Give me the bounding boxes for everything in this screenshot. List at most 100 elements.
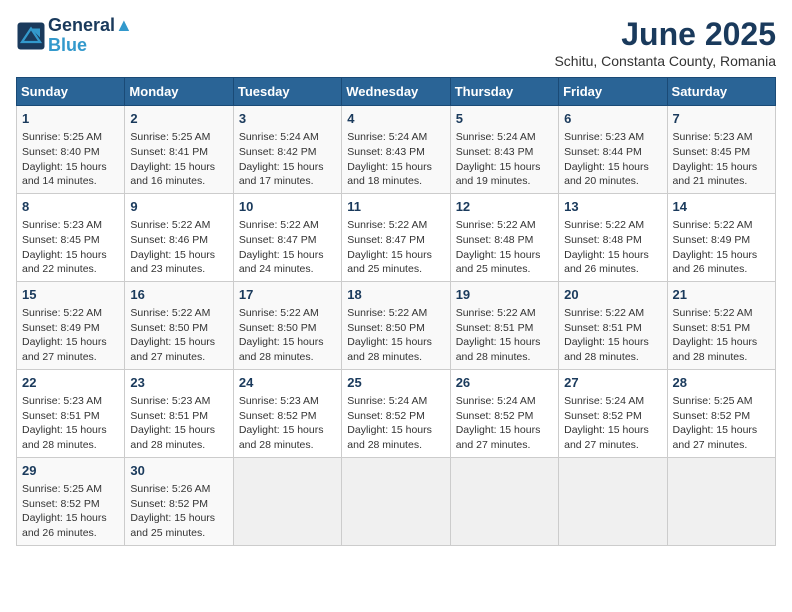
day-number: 25 bbox=[347, 374, 444, 392]
location-title: Schitu, Constanta County, Romania bbox=[554, 53, 776, 69]
logo: General▲ Blue bbox=[16, 16, 133, 56]
day-number: 4 bbox=[347, 110, 444, 128]
day-info: Sunrise: 5:23 AM Sunset: 8:44 PM Dayligh… bbox=[564, 130, 661, 189]
calendar-cell: 10 Sunrise: 5:22 AM Sunset: 8:47 PM Dayli… bbox=[233, 193, 341, 281]
day-number: 19 bbox=[456, 286, 553, 304]
weekday-header-saturday: Saturday bbox=[667, 78, 775, 106]
calendar-cell: 3 Sunrise: 5:24 AM Sunset: 8:42 PM Daylig… bbox=[233, 106, 341, 194]
day-number: 24 bbox=[239, 374, 336, 392]
day-number: 26 bbox=[456, 374, 553, 392]
day-info: Sunrise: 5:24 AM Sunset: 8:52 PM Dayligh… bbox=[456, 394, 553, 453]
logo-text: General▲ Blue bbox=[48, 16, 133, 56]
day-number: 1 bbox=[22, 110, 119, 128]
weekday-header-friday: Friday bbox=[559, 78, 667, 106]
day-number: 23 bbox=[130, 374, 227, 392]
weekday-header-monday: Monday bbox=[125, 78, 233, 106]
day-number: 16 bbox=[130, 286, 227, 304]
day-info: Sunrise: 5:22 AM Sunset: 8:49 PM Dayligh… bbox=[673, 218, 770, 277]
weekday-header-tuesday: Tuesday bbox=[233, 78, 341, 106]
day-info: Sunrise: 5:25 AM Sunset: 8:41 PM Dayligh… bbox=[130, 130, 227, 189]
calendar-cell: 2 Sunrise: 5:25 AM Sunset: 8:41 PM Daylig… bbox=[125, 106, 233, 194]
calendar-week-row: 22 Sunrise: 5:23 AM Sunset: 8:51 PM Dayli… bbox=[17, 369, 776, 457]
calendar-cell: 5 Sunrise: 5:24 AM Sunset: 8:43 PM Daylig… bbox=[450, 106, 558, 194]
calendar-cell bbox=[450, 457, 558, 545]
day-info: Sunrise: 5:22 AM Sunset: 8:47 PM Dayligh… bbox=[347, 218, 444, 277]
calendar-week-row: 29 Sunrise: 5:25 AM Sunset: 8:52 PM Dayli… bbox=[17, 457, 776, 545]
weekday-header-sunday: Sunday bbox=[17, 78, 125, 106]
weekday-header-thursday: Thursday bbox=[450, 78, 558, 106]
month-title: June 2025 bbox=[554, 16, 776, 53]
day-info: Sunrise: 5:22 AM Sunset: 8:47 PM Dayligh… bbox=[239, 218, 336, 277]
calendar-cell: 9 Sunrise: 5:22 AM Sunset: 8:46 PM Daylig… bbox=[125, 193, 233, 281]
calendar-cell: 23 Sunrise: 5:23 AM Sunset: 8:51 PM Dayli… bbox=[125, 369, 233, 457]
calendar-cell: 29 Sunrise: 5:25 AM Sunset: 8:52 PM Dayli… bbox=[17, 457, 125, 545]
day-info: Sunrise: 5:22 AM Sunset: 8:50 PM Dayligh… bbox=[130, 306, 227, 365]
day-info: Sunrise: 5:24 AM Sunset: 8:43 PM Dayligh… bbox=[347, 130, 444, 189]
day-info: Sunrise: 5:22 AM Sunset: 8:49 PM Dayligh… bbox=[22, 306, 119, 365]
day-info: Sunrise: 5:24 AM Sunset: 8:43 PM Dayligh… bbox=[456, 130, 553, 189]
day-info: Sunrise: 5:25 AM Sunset: 8:52 PM Dayligh… bbox=[673, 394, 770, 453]
calendar-cell: 27 Sunrise: 5:24 AM Sunset: 8:52 PM Dayli… bbox=[559, 369, 667, 457]
day-info: Sunrise: 5:22 AM Sunset: 8:51 PM Dayligh… bbox=[564, 306, 661, 365]
day-number: 22 bbox=[22, 374, 119, 392]
calendar-cell bbox=[233, 457, 341, 545]
day-number: 21 bbox=[673, 286, 770, 304]
calendar-week-row: 1Sunrise: 5:25 AM Sunset: 8:40 PM Daylig… bbox=[17, 106, 776, 194]
calendar-cell bbox=[559, 457, 667, 545]
calendar-cell: 6Sunrise: 5:23 AM Sunset: 8:44 PM Daylig… bbox=[559, 106, 667, 194]
day-number: 3 bbox=[239, 110, 336, 128]
day-info: Sunrise: 5:26 AM Sunset: 8:52 PM Dayligh… bbox=[130, 482, 227, 541]
day-number: 10 bbox=[239, 198, 336, 216]
calendar-week-row: 8 Sunrise: 5:23 AM Sunset: 8:45 PM Daylig… bbox=[17, 193, 776, 281]
day-info: Sunrise: 5:22 AM Sunset: 8:46 PM Dayligh… bbox=[130, 218, 227, 277]
calendar-cell: 16 Sunrise: 5:22 AM Sunset: 8:50 PM Dayli… bbox=[125, 281, 233, 369]
day-number: 17 bbox=[239, 286, 336, 304]
day-info: Sunrise: 5:24 AM Sunset: 8:42 PM Dayligh… bbox=[239, 130, 336, 189]
calendar-cell: 7 Sunrise: 5:23 AM Sunset: 8:45 PM Daylig… bbox=[667, 106, 775, 194]
day-number: 15 bbox=[22, 286, 119, 304]
calendar-cell: 18Sunrise: 5:22 AM Sunset: 8:50 PM Dayli… bbox=[342, 281, 450, 369]
calendar-header-row: SundayMondayTuesdayWednesdayThursdayFrid… bbox=[17, 78, 776, 106]
day-number: 29 bbox=[22, 462, 119, 480]
day-number: 9 bbox=[130, 198, 227, 216]
calendar-cell: 28Sunrise: 5:25 AM Sunset: 8:52 PM Dayli… bbox=[667, 369, 775, 457]
calendar-cell: 17 Sunrise: 5:22 AM Sunset: 8:50 PM Dayli… bbox=[233, 281, 341, 369]
day-info: Sunrise: 5:23 AM Sunset: 8:51 PM Dayligh… bbox=[130, 394, 227, 453]
day-number: 13 bbox=[564, 198, 661, 216]
day-number: 5 bbox=[456, 110, 553, 128]
calendar-cell: 8 Sunrise: 5:23 AM Sunset: 8:45 PM Daylig… bbox=[17, 193, 125, 281]
calendar-cell: 11 Sunrise: 5:22 AM Sunset: 8:47 PM Dayli… bbox=[342, 193, 450, 281]
day-number: 7 bbox=[673, 110, 770, 128]
calendar-cell: 26 Sunrise: 5:24 AM Sunset: 8:52 PM Dayli… bbox=[450, 369, 558, 457]
day-number: 27 bbox=[564, 374, 661, 392]
calendar-cell: 12 Sunrise: 5:22 AM Sunset: 8:48 PM Dayli… bbox=[450, 193, 558, 281]
calendar-cell: 1Sunrise: 5:25 AM Sunset: 8:40 PM Daylig… bbox=[17, 106, 125, 194]
calendar-week-row: 15 Sunrise: 5:22 AM Sunset: 8:49 PM Dayli… bbox=[17, 281, 776, 369]
logo-icon bbox=[16, 21, 46, 51]
day-info: Sunrise: 5:22 AM Sunset: 8:50 PM Dayligh… bbox=[239, 306, 336, 365]
calendar-cell: 25 Sunrise: 5:24 AM Sunset: 8:52 PM Dayli… bbox=[342, 369, 450, 457]
day-info: Sunrise: 5:24 AM Sunset: 8:52 PM Dayligh… bbox=[347, 394, 444, 453]
day-number: 2 bbox=[130, 110, 227, 128]
day-info: Sunrise: 5:22 AM Sunset: 8:48 PM Dayligh… bbox=[564, 218, 661, 277]
day-info: Sunrise: 5:23 AM Sunset: 8:45 PM Dayligh… bbox=[673, 130, 770, 189]
day-info: Sunrise: 5:22 AM Sunset: 8:51 PM Dayligh… bbox=[456, 306, 553, 365]
calendar-cell: 13 Sunrise: 5:22 AM Sunset: 8:48 PM Dayli… bbox=[559, 193, 667, 281]
calendar-cell: 14Sunrise: 5:22 AM Sunset: 8:49 PM Dayli… bbox=[667, 193, 775, 281]
day-info: Sunrise: 5:22 AM Sunset: 8:48 PM Dayligh… bbox=[456, 218, 553, 277]
calendar-cell bbox=[342, 457, 450, 545]
day-number: 11 bbox=[347, 198, 444, 216]
day-info: Sunrise: 5:24 AM Sunset: 8:52 PM Dayligh… bbox=[564, 394, 661, 453]
calendar-cell: 15 Sunrise: 5:22 AM Sunset: 8:49 PM Dayli… bbox=[17, 281, 125, 369]
day-number: 12 bbox=[456, 198, 553, 216]
day-info: Sunrise: 5:22 AM Sunset: 8:50 PM Dayligh… bbox=[347, 306, 444, 365]
day-info: Sunrise: 5:22 AM Sunset: 8:51 PM Dayligh… bbox=[673, 306, 770, 365]
day-info: Sunrise: 5:23 AM Sunset: 8:51 PM Dayligh… bbox=[22, 394, 119, 453]
calendar-cell: 22 Sunrise: 5:23 AM Sunset: 8:51 PM Dayli… bbox=[17, 369, 125, 457]
calendar-cell: 4 Sunrise: 5:24 AM Sunset: 8:43 PM Daylig… bbox=[342, 106, 450, 194]
day-info: Sunrise: 5:23 AM Sunset: 8:52 PM Dayligh… bbox=[239, 394, 336, 453]
day-number: 8 bbox=[22, 198, 119, 216]
day-info: Sunrise: 5:23 AM Sunset: 8:45 PM Dayligh… bbox=[22, 218, 119, 277]
day-info: Sunrise: 5:25 AM Sunset: 8:52 PM Dayligh… bbox=[22, 482, 119, 541]
page-header: General▲ Blue June 2025 Schitu, Constant… bbox=[16, 16, 776, 69]
